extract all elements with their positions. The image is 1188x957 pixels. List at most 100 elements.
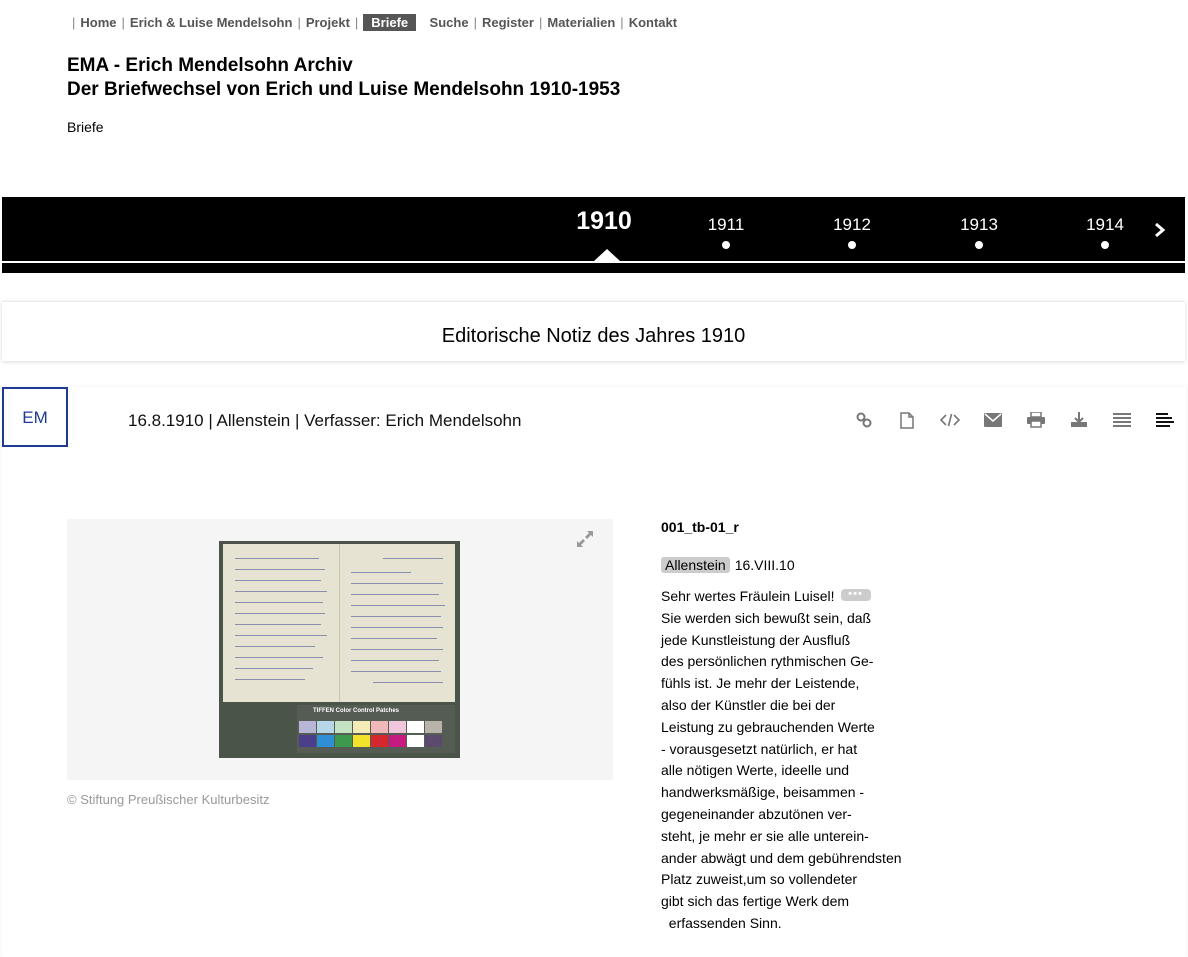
colorchart-label: TIFFEN Color Control Patches bbox=[313, 708, 400, 714]
color-swatch bbox=[407, 735, 424, 747]
timeline-year-1913[interactable]: 1913 bbox=[955, 215, 1003, 249]
download-icon[interactable] bbox=[1057, 410, 1100, 430]
author-badge: EM bbox=[2, 387, 68, 447]
letter-greeting: Sehr wertes Fräulein Luisel! bbox=[661, 588, 835, 604]
handwriting-line bbox=[351, 671, 441, 672]
letter-line: also der Künstler die bei der bbox=[661, 696, 836, 713]
timeline-year-label: 1913 bbox=[960, 215, 998, 234]
handwriting-line bbox=[235, 569, 325, 570]
letter-toolbar bbox=[842, 410, 1186, 430]
letter-line: des persönlichen rythmischen Ge- bbox=[661, 653, 874, 670]
place-tag[interactable]: Allenstein bbox=[661, 557, 730, 573]
letter-line: gibt sich das fertige Werk dem bbox=[661, 893, 850, 910]
timeline-year-label: 1911 bbox=[707, 215, 745, 234]
handwriting-line bbox=[373, 682, 443, 683]
letter-scan-viewer[interactable]: TIFFEN Color Control Patches bbox=[67, 519, 613, 780]
handwriting-line bbox=[351, 638, 437, 639]
nav-materialien[interactable]: Materialien bbox=[547, 15, 615, 30]
color-swatch bbox=[335, 721, 352, 733]
letter-line: Leistung zu gebrauchenden Werte bbox=[661, 718, 875, 735]
timeline-dot-icon bbox=[848, 241, 856, 249]
nav-separator: | bbox=[354, 15, 359, 30]
align-left-icon[interactable] bbox=[1143, 410, 1186, 430]
timeline-pointer-icon bbox=[594, 249, 620, 261]
link-icon[interactable] bbox=[842, 410, 885, 430]
color-swatch bbox=[299, 721, 316, 733]
handwriting-line bbox=[351, 583, 443, 584]
letter-line: Sie werden sich bewußt sein, daß bbox=[661, 609, 872, 626]
color-swatch bbox=[299, 735, 316, 747]
paper-fold bbox=[339, 544, 340, 702]
timeline-dot-icon bbox=[975, 241, 983, 249]
nav-separator: | bbox=[538, 15, 543, 30]
nav-suche[interactable]: Suche bbox=[430, 15, 469, 30]
handwriting-line bbox=[351, 594, 439, 595]
color-swatch bbox=[335, 735, 352, 747]
handwriting-line bbox=[235, 635, 327, 636]
page-subtitle: Briefe bbox=[67, 119, 104, 135]
nav-separator: | bbox=[72, 15, 76, 30]
nav-mendelsohn[interactable]: Erich & Luise Mendelsohn bbox=[130, 15, 293, 30]
timeline-year-1911[interactable]: 1911 bbox=[702, 215, 750, 249]
letter-date: 16.VIII.10 bbox=[734, 557, 795, 573]
title-line-1: EMA - Erich Mendelsohn Archiv bbox=[67, 55, 353, 76]
handwriting-line bbox=[383, 558, 443, 559]
editorial-note-button[interactable]: Editorische Notiz des Jahres 1910 bbox=[2, 301, 1185, 361]
timeline-year-selected[interactable]: 1910 bbox=[574, 207, 634, 236]
handwriting-line bbox=[235, 657, 323, 658]
file-icon[interactable] bbox=[885, 410, 928, 430]
letter-line: alle nötigen Werte, ideelle und bbox=[661, 762, 850, 779]
handwriting-line bbox=[235, 624, 321, 625]
color-swatch bbox=[317, 721, 334, 733]
nav-briefe[interactable]: Briefe bbox=[363, 14, 417, 31]
letter-line: jede Kunstleistung der Ausfluß bbox=[661, 631, 851, 648]
color-swatch bbox=[407, 721, 424, 733]
handwriting-line bbox=[235, 646, 315, 647]
color-swatch bbox=[353, 721, 370, 733]
chevron-right-icon[interactable] bbox=[1154, 217, 1166, 245]
timeline-line bbox=[2, 261, 1185, 263]
letter-line: gegeneinander abzutönen ver- bbox=[661, 805, 852, 822]
timeline-year-1912[interactable]: 1912 bbox=[828, 215, 876, 249]
letter-scan-image: TIFFEN Color Control Patches bbox=[219, 541, 460, 758]
place-date: Allenstein 16.VIII.10 bbox=[661, 557, 795, 573]
nav-home[interactable]: Home bbox=[80, 15, 116, 30]
handwriting-line bbox=[351, 649, 443, 650]
more-icon[interactable]: ••• bbox=[840, 589, 871, 602]
handwriting-line bbox=[351, 572, 411, 573]
color-swatch bbox=[317, 735, 334, 747]
timeline-dot-icon bbox=[1101, 241, 1109, 249]
letter-line: steht, je mehr er sie alle unterein- bbox=[661, 827, 869, 844]
mail-icon[interactable] bbox=[971, 410, 1014, 430]
handwriting-line bbox=[235, 580, 321, 581]
nav-projekt[interactable]: Projekt bbox=[306, 15, 350, 30]
handwriting-line bbox=[235, 591, 327, 592]
print-icon[interactable] bbox=[1014, 410, 1057, 430]
letter-line: erfassenden Sinn. bbox=[661, 914, 782, 931]
nav-separator: | bbox=[473, 15, 477, 30]
letter-meta: 16.8.1910 | Allenstein | Verfasser: Eric… bbox=[128, 411, 522, 430]
nav-kontakt[interactable]: Kontakt bbox=[629, 15, 677, 30]
timeline-year-1914[interactable]: 1914 bbox=[1081, 215, 1129, 249]
letter-line: handwerksmäßige, beisammen - bbox=[661, 784, 865, 801]
list-icon[interactable] bbox=[1100, 410, 1143, 430]
letter-paper bbox=[223, 544, 455, 702]
color-control-patches: TIFFEN Color Control Patches bbox=[297, 705, 455, 753]
handwriting-line bbox=[351, 616, 441, 617]
timeline-year-label: 1914 bbox=[1086, 215, 1124, 234]
letter-line: ander abwägt und dem gebührendsten bbox=[661, 849, 902, 866]
handwriting-line bbox=[351, 660, 439, 661]
handwriting-line bbox=[235, 602, 323, 603]
letter-line: fühls ist. Je mehr der Leistende, bbox=[661, 675, 860, 692]
expand-icon[interactable] bbox=[577, 531, 593, 552]
handwriting-line bbox=[235, 679, 305, 680]
copyright-notice: © Stiftung Preußischer Kulturbesitz bbox=[67, 792, 270, 807]
letter-card: EM 16.8.1910 | Allenstein | Verfasser: E… bbox=[2, 387, 1186, 957]
nav-register[interactable]: Register bbox=[482, 15, 534, 30]
color-swatch bbox=[389, 721, 406, 733]
color-swatch bbox=[371, 735, 388, 747]
code-icon[interactable] bbox=[928, 410, 971, 430]
nav-separator: | bbox=[121, 15, 125, 30]
nav-separator: | bbox=[620, 15, 624, 30]
color-swatch bbox=[389, 735, 406, 747]
